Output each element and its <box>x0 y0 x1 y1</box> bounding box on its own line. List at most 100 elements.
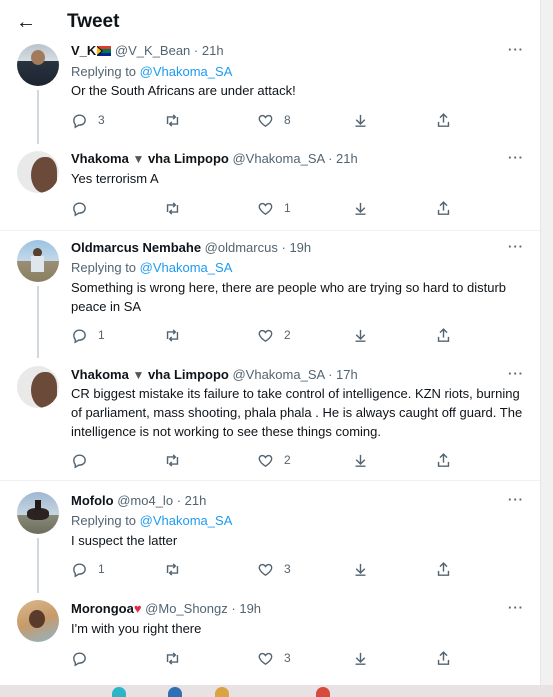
author-handle[interactable]: @Vhakoma_SA <box>232 367 324 382</box>
reply-tweet[interactable]: Oldmarcus Nembahe @oldmarcus · 19h Reply… <box>0 232 540 358</box>
like-button[interactable]: 1 <box>257 198 291 218</box>
author-name[interactable]: Morongoa <box>71 601 134 616</box>
retweet-button[interactable] <box>164 450 181 470</box>
tweet-time[interactable]: 17h <box>336 367 358 382</box>
retweet-button[interactable] <box>164 198 181 218</box>
reply-tweet[interactable]: Vhakoma ▼ vha Limpopo @Vhakoma_SA · 21h … <box>0 143 540 231</box>
more-icon[interactable]: ··· <box>508 366 524 381</box>
download-icon <box>355 329 366 342</box>
reply-tweet[interactable]: Mofolo @mo4_lo · 21h Replying to @Vhakom… <box>0 482 540 593</box>
tweet-time[interactable]: 21h <box>202 43 224 58</box>
tweet-text: CR biggest mistake its failure to take c… <box>71 386 523 439</box>
author-handle[interactable]: @Mo_Shongz <box>145 601 228 616</box>
tweet-time[interactable]: 19h <box>239 601 261 616</box>
author-name[interactable]: Vhakoma <box>71 367 129 382</box>
reply-button[interactable]: 1 <box>71 559 105 579</box>
author-handle[interactable]: @Vhakoma_SA <box>232 151 324 166</box>
reply-button[interactable] <box>71 198 98 218</box>
retweet-button[interactable] <box>164 559 181 579</box>
red-heart-emoji: ♥ <box>133 601 142 616</box>
replying-to-label: Replying to <box>71 260 137 275</box>
share-button[interactable] <box>435 559 452 579</box>
tweet-time[interactable]: 21h <box>185 493 207 508</box>
heart-icon <box>258 114 273 127</box>
reply-button[interactable]: 3 <box>71 110 105 130</box>
south-africa-flag-emoji <box>97 44 112 56</box>
more-icon[interactable]: ··· <box>508 600 524 615</box>
taskbar-app-icon[interactable] <box>168 687 182 697</box>
reply-tweet[interactable]: V_K @V_K_Bean · 21h Replying to @Vhakoma… <box>0 0 540 144</box>
share-button[interactable] <box>435 110 452 130</box>
avatar[interactable] <box>17 240 59 282</box>
more-icon[interactable]: ··· <box>508 492 524 507</box>
like-count: 8 <box>284 113 291 127</box>
retweet-icon <box>166 113 179 127</box>
share-button[interactable] <box>435 198 452 218</box>
tweet-author: Morongoa♥ @Mo_Shongz · 19h <box>71 601 262 616</box>
avatar[interactable] <box>17 600 59 642</box>
heart-icon <box>258 563 273 576</box>
tweet-text: I'm with you right there <box>71 621 202 636</box>
heart-icon <box>258 329 273 342</box>
reply-icon <box>73 201 86 216</box>
bat-emoji: ▼ <box>132 368 145 382</box>
reply-button[interactable] <box>71 450 98 470</box>
replying-to-handle[interactable]: @Vhakoma_SA <box>140 513 233 528</box>
avatar[interactable] <box>17 492 59 534</box>
like-count: 3 <box>284 651 291 665</box>
replying-to-label: Replying to <box>71 513 137 528</box>
tweet-actions: 1 <box>71 198 471 218</box>
avatar[interactable] <box>17 44 59 86</box>
author-name[interactable]: Oldmarcus Nembahe <box>71 240 201 255</box>
bookmark-button[interactable] <box>352 648 369 668</box>
author-name[interactable]: V_K <box>71 43 96 58</box>
replying-to: Replying to @Vhakoma_SA <box>71 64 232 79</box>
reply-tweet[interactable]: Morongoa♥ @Mo_Shongz · 19h I'm with you … <box>0 592 540 685</box>
replying-to-handle[interactable]: @Vhakoma_SA <box>140 64 233 79</box>
bookmark-button[interactable] <box>352 325 369 345</box>
author-name-suffix[interactable]: vha Limpopo <box>148 367 229 382</box>
author-handle[interactable]: @V_K_Bean <box>115 43 190 58</box>
more-icon[interactable]: ··· <box>508 42 524 57</box>
scrollbar[interactable] <box>540 0 553 685</box>
share-button[interactable] <box>435 648 452 668</box>
like-button[interactable]: 2 <box>257 325 291 345</box>
more-icon[interactable]: ··· <box>508 150 524 165</box>
author-name[interactable]: Mofolo <box>71 493 114 508</box>
avatar[interactable] <box>17 151 59 193</box>
tweet-text: I suspect the latter <box>71 533 178 548</box>
replying-to-handle[interactable]: @Vhakoma_SA <box>140 260 233 275</box>
reply-button[interactable] <box>71 648 98 668</box>
tweet-author: Oldmarcus Nembahe @oldmarcus · 19h <box>71 240 312 255</box>
taskbar-app-icon[interactable] <box>215 687 229 697</box>
thread-line <box>37 286 39 358</box>
retweet-button[interactable] <box>164 648 181 668</box>
share-button[interactable] <box>435 325 452 345</box>
download-icon <box>355 202 366 215</box>
taskbar-app-icon[interactable] <box>112 687 126 697</box>
more-icon[interactable]: ··· <box>508 239 524 254</box>
author-handle[interactable]: @oldmarcus <box>205 240 278 255</box>
author-name-suffix[interactable]: vha Limpopo <box>148 151 229 166</box>
reply-count: 3 <box>98 113 105 127</box>
author-name[interactable]: Vhakoma <box>71 151 129 166</box>
tweet-time[interactable]: 21h <box>336 151 358 166</box>
reply-tweet[interactable]: Vhakoma ▼ vha Limpopo @Vhakoma_SA · 17h … <box>0 357 540 481</box>
share-button[interactable] <box>435 450 452 470</box>
retweet-button[interactable] <box>164 110 181 130</box>
avatar[interactable] <box>17 366 59 408</box>
reply-button[interactable]: 1 <box>71 325 105 345</box>
like-button[interactable]: 2 <box>257 450 291 470</box>
bookmark-button[interactable] <box>352 198 369 218</box>
like-button[interactable]: 3 <box>257 648 291 668</box>
taskbar-app-icon[interactable] <box>316 687 330 697</box>
bookmark-button[interactable] <box>352 110 369 130</box>
download-icon <box>355 652 366 665</box>
like-button[interactable]: 3 <box>257 559 291 579</box>
bookmark-button[interactable] <box>352 450 369 470</box>
tweet-time[interactable]: 19h <box>289 240 311 255</box>
author-handle[interactable]: @mo4_lo <box>117 493 173 508</box>
like-button[interactable]: 8 <box>257 110 291 130</box>
retweet-button[interactable] <box>164 325 181 345</box>
bookmark-button[interactable] <box>352 559 369 579</box>
